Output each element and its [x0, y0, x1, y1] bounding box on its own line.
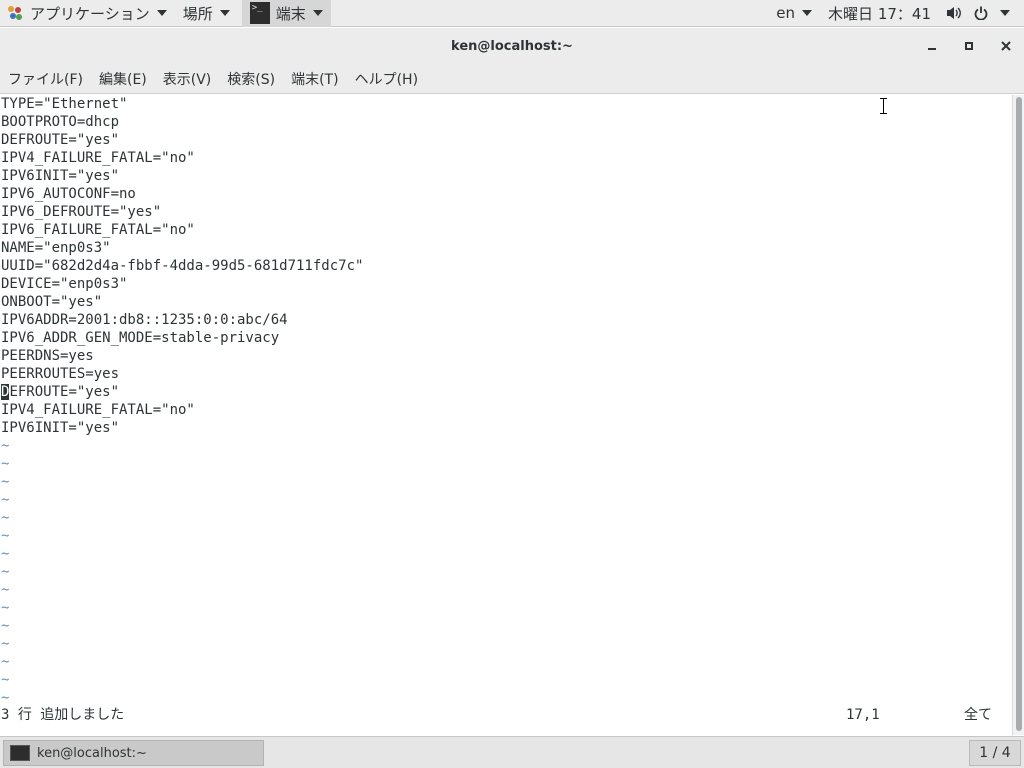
language-label: en	[776, 4, 796, 22]
system-menu[interactable]	[993, 0, 1024, 27]
empty-line-tilde: ~	[1, 564, 10, 580]
editor-line: IPV6_FAILURE_FATAL="no"	[1, 222, 195, 238]
empty-line-tilde: ~	[1, 438, 10, 454]
empty-line-tilde: ~	[1, 636, 10, 652]
applications-label: アプリケーション	[30, 4, 150, 23]
menu-bar: ファイル(F) 編集(E) 表示(V) 検索(S) 端末(T) ヘルプ(H)	[0, 64, 1024, 94]
menu-search[interactable]: 検索(S)	[219, 64, 283, 94]
editor-line: TYPE="Ethernet"	[1, 96, 128, 112]
vim-cursor-position: 17,1	[846, 707, 880, 723]
empty-line-tilde: ~	[1, 690, 10, 706]
gnome-top-bar: アプリケーション 場所 >_ 端末 en 木曜日 17：41	[0, 0, 1024, 27]
editor-line: DEVICE="enp0s3"	[1, 276, 128, 292]
chevron-down-icon	[802, 10, 813, 16]
empty-line-tilde: ~	[1, 528, 10, 544]
chevron-down-icon	[219, 10, 230, 16]
empty-line-tilde: ~	[1, 672, 10, 688]
editor-line: IPV6INIT="yes"	[1, 168, 120, 184]
terminal-scrollbar[interactable]	[1012, 95, 1024, 735]
editor-line: IPV6ADDR=2001:db8::1235:0:0:abc/64	[1, 312, 288, 328]
chevron-down-icon	[1000, 10, 1010, 16]
empty-line-tilde: ~	[1, 600, 10, 616]
editor-line: IPV4_FAILURE_FATAL="no"	[1, 150, 195, 166]
language-selector[interactable]: en	[768, 0, 820, 27]
places-menu[interactable]: 場所	[175, 0, 238, 27]
menu-help[interactable]: ヘルプ(H)	[347, 64, 426, 94]
editor-line: DEFROUTE="yes"	[1, 384, 120, 400]
editor-line: UUID="682d2d4a-fbbf-4dda-99d5-681d711fdc…	[1, 258, 364, 274]
vim-scroll-status: 全て	[964, 707, 992, 723]
empty-line-tilde: ~	[1, 510, 10, 526]
minimize-button[interactable]	[913, 28, 950, 64]
empty-line-tilde: ~	[1, 546, 10, 562]
editor-line: IPV6INIT="yes"	[1, 420, 120, 436]
workspace-indicator[interactable]: 1 / 4	[969, 740, 1021, 766]
terminal-area[interactable]: 3 行 追加しました 17,1 全て TYPE="Ethernet" BOOTPR…	[0, 95, 1012, 735]
menu-edit[interactable]: 編集(E)	[91, 64, 155, 94]
window-titlebar[interactable]: ken@localhost:~	[0, 28, 1024, 64]
editor-line: IPV4_FAILURE_FATAL="no"	[1, 402, 195, 418]
terminal-icon	[10, 745, 30, 761]
empty-line-tilde: ~	[1, 618, 10, 634]
editor-line: PEERDNS=yes	[1, 348, 94, 364]
clock-label: 木曜日 17：41	[828, 4, 931, 23]
editor-line: NAME="enp0s3"	[1, 240, 111, 256]
minimize-icon	[927, 47, 936, 50]
applications-menu[interactable]: アプリケーション	[0, 0, 175, 27]
clock[interactable]: 木曜日 17：41	[820, 0, 939, 27]
scrollbar-thumb[interactable]	[1016, 97, 1022, 731]
terminal-app-menu[interactable]: >_ 端末	[241, 0, 331, 27]
terminal-icon: >_	[249, 2, 270, 24]
text-cursor-icon	[880, 98, 888, 114]
maximize-button[interactable]	[950, 28, 987, 64]
empty-line-tilde: ~	[1, 492, 10, 508]
editor-line: IPV6_ADDR_GEN_MODE=stable-privacy	[1, 330, 280, 346]
taskbar-terminal-item[interactable]: ken@localhost:~	[3, 740, 264, 766]
applications-icon	[8, 6, 22, 20]
window-title: ken@localhost:~	[451, 38, 573, 54]
window-list-bar: ken@localhost:~ 1 / 4	[0, 736, 1024, 768]
empty-line-tilde: ~	[1, 582, 10, 598]
editor-line: BOOTPROTO=dhcp	[1, 114, 120, 130]
close-button[interactable]	[987, 28, 1024, 64]
editor-line: IPV6_DEFROUTE="yes"	[1, 204, 162, 220]
volume-icon[interactable]	[939, 0, 969, 27]
chevron-down-icon	[156, 10, 167, 16]
editor-line: PEERROUTES=yes	[1, 366, 120, 382]
vim-status-message: 3 行 追加しました	[1, 707, 125, 723]
empty-line-tilde: ~	[1, 474, 10, 490]
taskbar-item-label: ken@localhost:~	[37, 745, 147, 761]
close-icon	[1000, 41, 1011, 51]
power-icon[interactable]	[969, 0, 993, 27]
menu-terminal[interactable]: 端末(T)	[283, 64, 346, 94]
chevron-down-icon	[312, 10, 323, 16]
empty-line-tilde: ~	[1, 654, 10, 670]
editor-line: DEFROUTE="yes"	[1, 132, 120, 148]
text-cursor: D	[1, 384, 10, 400]
maximize-icon	[964, 42, 973, 50]
menu-file[interactable]: ファイル(F)	[0, 64, 91, 94]
empty-line-tilde: ~	[1, 456, 10, 472]
editor-line: ONBOOT="yes"	[1, 294, 103, 310]
menu-view[interactable]: 表示(V)	[155, 64, 220, 94]
places-label: 場所	[182, 4, 213, 23]
editor-line: IPV6_AUTOCONF=no	[1, 186, 136, 202]
terminal-app-label: 端末	[275, 4, 306, 23]
